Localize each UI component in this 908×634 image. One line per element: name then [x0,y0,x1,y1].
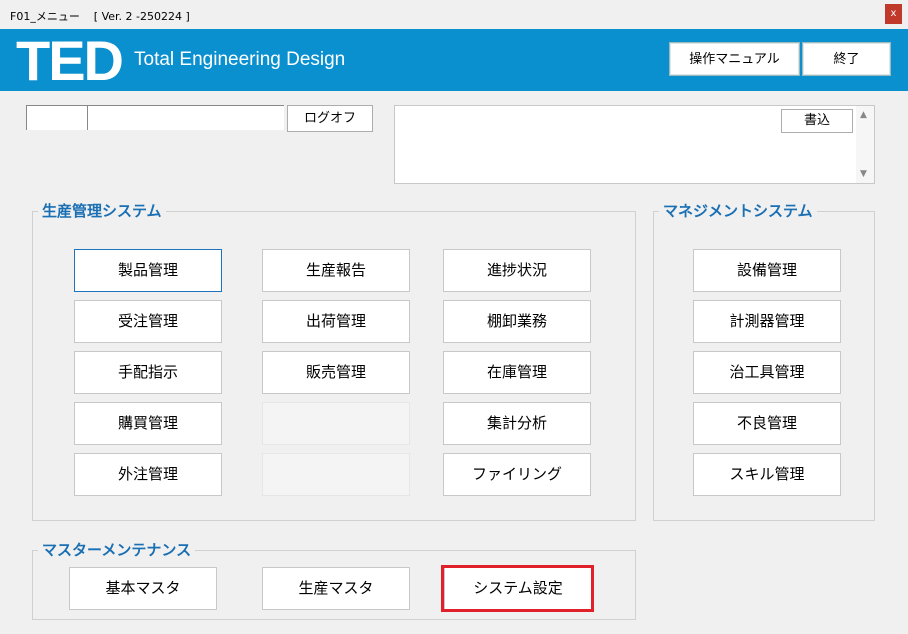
arrangement-button[interactable]: 手配指示 [74,351,222,394]
inventory-count-button[interactable]: 棚卸業務 [443,300,591,343]
order-management-button[interactable]: 受注管理 [74,300,222,343]
empty-slot [262,402,410,445]
logo: TED [16,29,124,92]
system-settings-button[interactable]: システム設定 [444,567,592,610]
header-banner: TED Total Engineering Design 操作マニュアル 終了 [0,29,908,91]
close-button[interactable]: x [885,4,902,24]
scroll-down-icon[interactable]: ▼ [860,169,867,179]
manual-button[interactable]: 操作マニュアル [669,42,800,76]
memo-area[interactable]: 書込 ▲ ▼ [394,105,875,184]
production-report-button[interactable]: 生産報告 [262,249,410,292]
title-bar: F01_メニュー [ Ver. 2 -250224 ] x [0,0,908,29]
shipping-management-button[interactable]: 出荷管理 [262,300,410,343]
basic-master-button[interactable]: 基本マスタ [69,567,217,610]
management-group-title: マネジメントシステム [659,200,817,221]
scroll-up-icon[interactable]: ▲ [860,110,867,120]
app-subtitle: Total Engineering Design [134,49,346,70]
master-group-title: マスターメンテナンス [38,539,196,560]
skill-management-button[interactable]: スキル管理 [693,453,841,496]
instrument-management-button[interactable]: 計測器管理 [693,300,841,343]
analysis-button[interactable]: 集計分析 [443,402,591,445]
outsourcing-button[interactable]: 外注管理 [74,453,222,496]
production-master-button[interactable]: 生産マスタ [262,567,410,610]
progress-status-button[interactable]: 進捗状況 [443,249,591,292]
empty-slot [262,453,410,496]
production-group-title: 生産管理システム [38,200,166,221]
window-title: F01_メニュー [ Ver. 2 -250224 ] [10,10,190,23]
sales-management-button[interactable]: 販売管理 [262,351,410,394]
exit-button[interactable]: 終了 [802,42,891,76]
defect-management-button[interactable]: 不良管理 [693,402,841,445]
user-name-field[interactable] [87,105,284,130]
memo-scrollbar[interactable]: ▲ ▼ [856,106,874,183]
filing-button[interactable]: ファイリング [443,453,591,496]
write-button[interactable]: 書込 [781,109,853,133]
product-management-button[interactable]: 製品管理 [74,249,222,292]
purchase-management-button[interactable]: 購買管理 [74,402,222,445]
tool-management-button[interactable]: 治工具管理 [693,351,841,394]
stock-management-button[interactable]: 在庫管理 [443,351,591,394]
logoff-button[interactable]: ログオフ [287,105,373,132]
user-code-field[interactable] [26,105,87,130]
equipment-management-button[interactable]: 設備管理 [693,249,841,292]
